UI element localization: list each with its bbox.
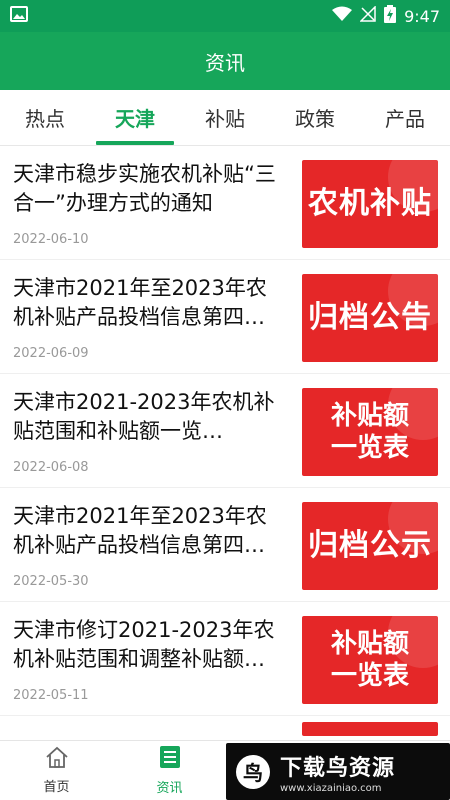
image-notification-icon [10,6,28,26]
article-title: 天津市2021年至2023年农机补贴产品投档信息第四… [13,276,267,329]
tab-policy[interactable]: 政策 [270,90,360,145]
article-thumbnail: 归档公示 [302,502,438,590]
article-thumbnail [302,722,438,736]
thumb-text-line2: 一览表 [330,661,409,691]
tab-bar: 热点 天津 补贴 政策 产品 [0,90,450,146]
article-date: 2022-06-09 [13,346,89,361]
article-title: 天津市2021-2023年农机补贴范围和补贴额一览… [13,390,275,443]
home-icon [45,746,69,772]
article-date: 2022-06-10 [13,232,89,247]
article-date: 2022-05-30 [13,574,89,589]
article-date: 2022-06-08 [13,460,89,475]
list-item[interactable]: 天津市2021年至2023年农机补贴产品投档信息第四… 2022-06-09 归… [0,260,450,374]
nav-home[interactable]: 首页 [0,741,113,800]
signal-icon [359,5,376,26]
list-item[interactable]: 天津市2021年至2023年农机补贴产品投档信息第四… 2022-05-30 归… [0,488,450,602]
status-right: 9:47 [332,5,440,27]
article-list: 天津市稳步实施农机补贴“三合一”办理方式的通知 2022-06-10 农机补贴 … [0,146,450,740]
tab-subsidy[interactable]: 补贴 [180,90,270,145]
watermark-logo-icon: 鸟 [236,754,270,789]
watermark-sub: www.xiazainiao.com [280,782,382,794]
battery-icon [384,5,397,27]
page-title: 资讯 [205,50,245,75]
nav-news-label: 资讯 [156,781,183,796]
tab-tianjin[interactable]: 天津 [90,90,180,145]
app-bar: 资讯 [0,32,450,90]
status-time: 9:47 [404,6,440,26]
wifi-icon [332,6,353,26]
article-thumbnail: 补贴额 一览表 [302,388,438,476]
watermark-main: 下载鸟资源 [280,755,396,781]
thumb-text-line2: 一览表 [330,433,409,463]
list-item[interactable]: 天津市2021-2023年农机补贴范围和补贴额一览… 2022-06-08 补贴… [0,374,450,488]
article-thumbnail: 补贴额 一览表 [302,616,438,704]
watermark-text: 下载鸟资源 www.xiazainiao.com [280,750,395,794]
article-date: 2022-05-11 [13,688,89,703]
article-title: 天津市2021年至2023年农机补贴产品投档信息第四… [13,504,267,557]
tab-hot[interactable]: 热点 [0,90,90,145]
list-item[interactable]: 天津市稳步实施农机补贴“三合一”办理方式的通知 2022-06-10 农机补贴 [0,146,450,260]
tab-product[interactable]: 产品 [360,90,450,145]
news-icon [159,745,181,773]
status-bar: 9:47 [0,0,450,32]
article-thumbnail: 农机补贴 [302,160,438,248]
article-title: 天津市修订2021-2023年农机补贴范围和调整补贴额… [13,618,275,671]
status-left [10,6,28,26]
list-item-partial[interactable] [0,716,450,736]
article-thumbnail: 归档公告 [302,274,438,362]
list-item[interactable]: 天津市修订2021-2023年农机补贴范围和调整补贴额… 2022-05-11 … [0,602,450,716]
watermark: 鸟 下载鸟资源 www.xiazainiao.com [226,743,450,800]
article-title: 天津市稳步实施农机补贴“三合一”办理方式的通知 [13,162,276,215]
nav-home-label: 首页 [43,780,70,795]
nav-news[interactable]: 资讯 [113,741,226,800]
